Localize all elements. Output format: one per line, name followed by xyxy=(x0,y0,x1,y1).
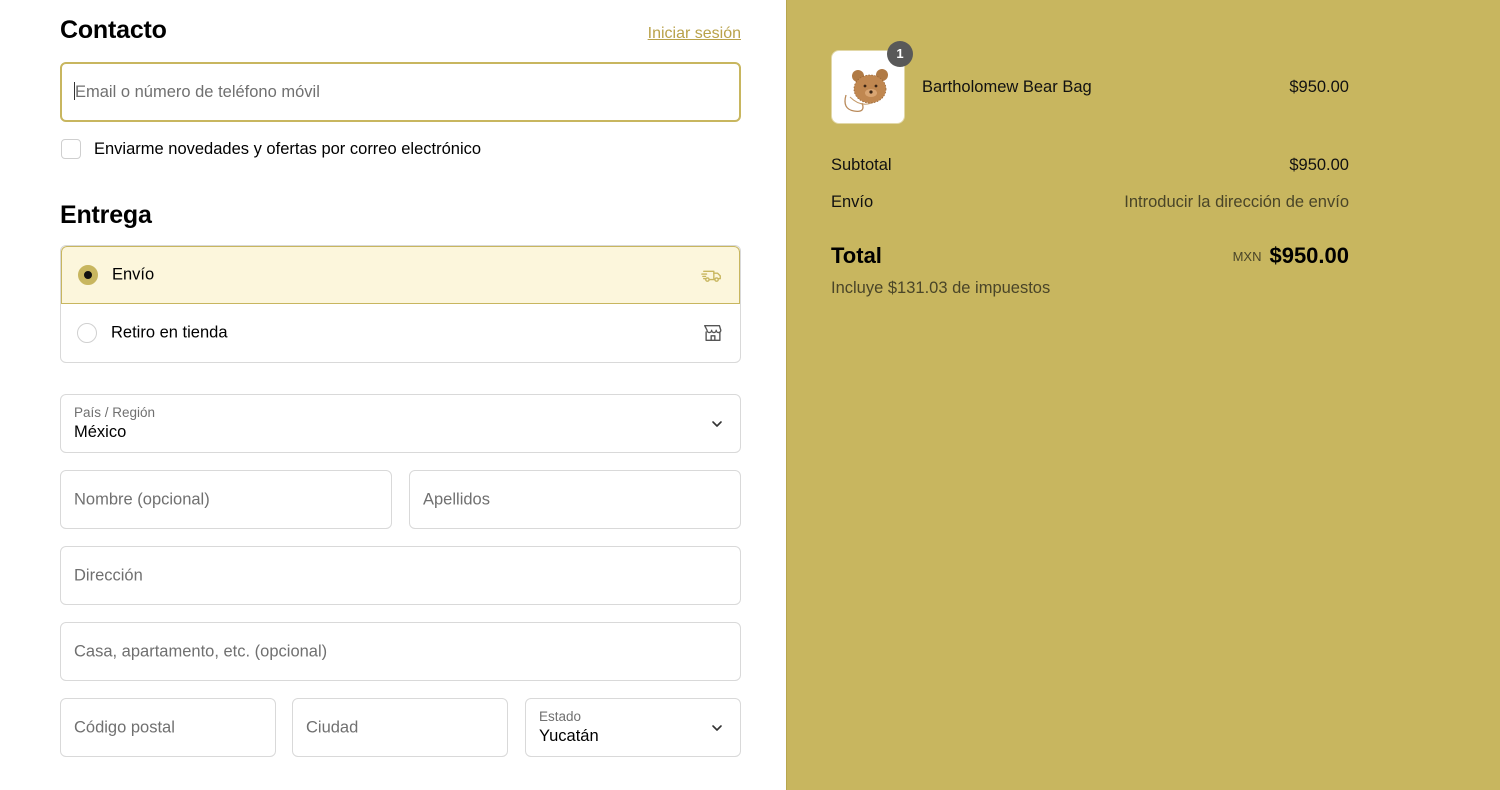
delivery-heading: Entrega xyxy=(60,201,152,229)
chevron-down-icon xyxy=(712,724,722,731)
postal-code-input[interactable]: Código postal xyxy=(60,698,276,757)
address-placeholder: Dirección xyxy=(74,566,143,584)
radio-pickup[interactable] xyxy=(77,323,97,343)
store-icon xyxy=(704,324,722,342)
last-name-input[interactable]: Apellidos xyxy=(409,470,741,529)
delivery-options: Envío Retiro en tienda xyxy=(60,245,741,363)
first-name-placeholder: Nombre (opcional) xyxy=(74,490,210,508)
contact-heading: Contacto xyxy=(60,16,167,44)
shipping-label: Envío xyxy=(831,193,874,211)
checkout-form: Contacto Iniciar sesión Email o número d… xyxy=(0,0,786,790)
postal-code-placeholder: Código postal xyxy=(74,718,175,736)
quantity-badge: 1 xyxy=(887,41,913,67)
first-name-input[interactable]: Nombre (opcional) xyxy=(60,470,392,529)
product-price: $950.00 xyxy=(1289,78,1349,96)
country-label: País / Región xyxy=(74,405,156,420)
total-label: Total xyxy=(831,243,882,268)
total-value: $950.00 xyxy=(1269,243,1349,268)
address-input[interactable]: Dirección xyxy=(60,546,741,605)
state-select[interactable]: Estado Yucatán xyxy=(525,698,741,757)
email-placeholder: Email o número de teléfono móvil xyxy=(74,82,320,101)
delivery-option-label: Envío xyxy=(112,265,155,284)
shipping-value: Introducir la dirección de envío xyxy=(1124,193,1349,211)
newsletter-label: Enviarme novedades y ofertas por correo … xyxy=(94,140,482,158)
tax-note: Incluye $131.03 de impuestos xyxy=(831,279,1051,297)
state-label: Estado xyxy=(539,709,582,724)
state-value: Yucatán xyxy=(539,727,599,745)
country-select[interactable]: País / Región México xyxy=(60,394,741,453)
country-value: México xyxy=(74,423,127,441)
chevron-down-icon xyxy=(712,420,722,427)
checkout-page: Contacto Iniciar sesión Email o número d… xyxy=(0,0,1500,790)
city-input[interactable]: Ciudad xyxy=(292,698,508,757)
newsletter-checkbox[interactable] xyxy=(61,139,81,159)
delivery-option-shipping[interactable]: Envío xyxy=(61,246,740,304)
order-summary: 1 Bartholomew Bear Bag $950.00 Subtotal … xyxy=(786,0,1500,790)
truck-icon xyxy=(701,270,721,282)
currency-code: MXN xyxy=(1232,249,1262,264)
last-name-placeholder: Apellidos xyxy=(423,490,490,508)
email-input[interactable]: Email o número de teléfono móvil xyxy=(60,62,741,122)
subtotal-value: $950.00 xyxy=(1289,156,1349,174)
total-amount: MXN $950.00 xyxy=(1233,243,1349,269)
product-name: Bartholomew Bear Bag xyxy=(922,78,1092,96)
delivery-option-pickup[interactable]: Retiro en tienda xyxy=(61,304,740,362)
login-link[interactable]: Iniciar sesión xyxy=(648,25,741,43)
city-placeholder: Ciudad xyxy=(306,718,359,736)
subtotal-label: Subtotal xyxy=(831,156,892,174)
delivery-option-label: Retiro en tienda xyxy=(111,323,228,342)
apartment-placeholder: Casa, apartamento, etc. (opcional) xyxy=(74,642,328,660)
apartment-input[interactable]: Casa, apartamento, etc. (opcional) xyxy=(60,622,741,681)
radio-shipping[interactable] xyxy=(78,265,98,285)
